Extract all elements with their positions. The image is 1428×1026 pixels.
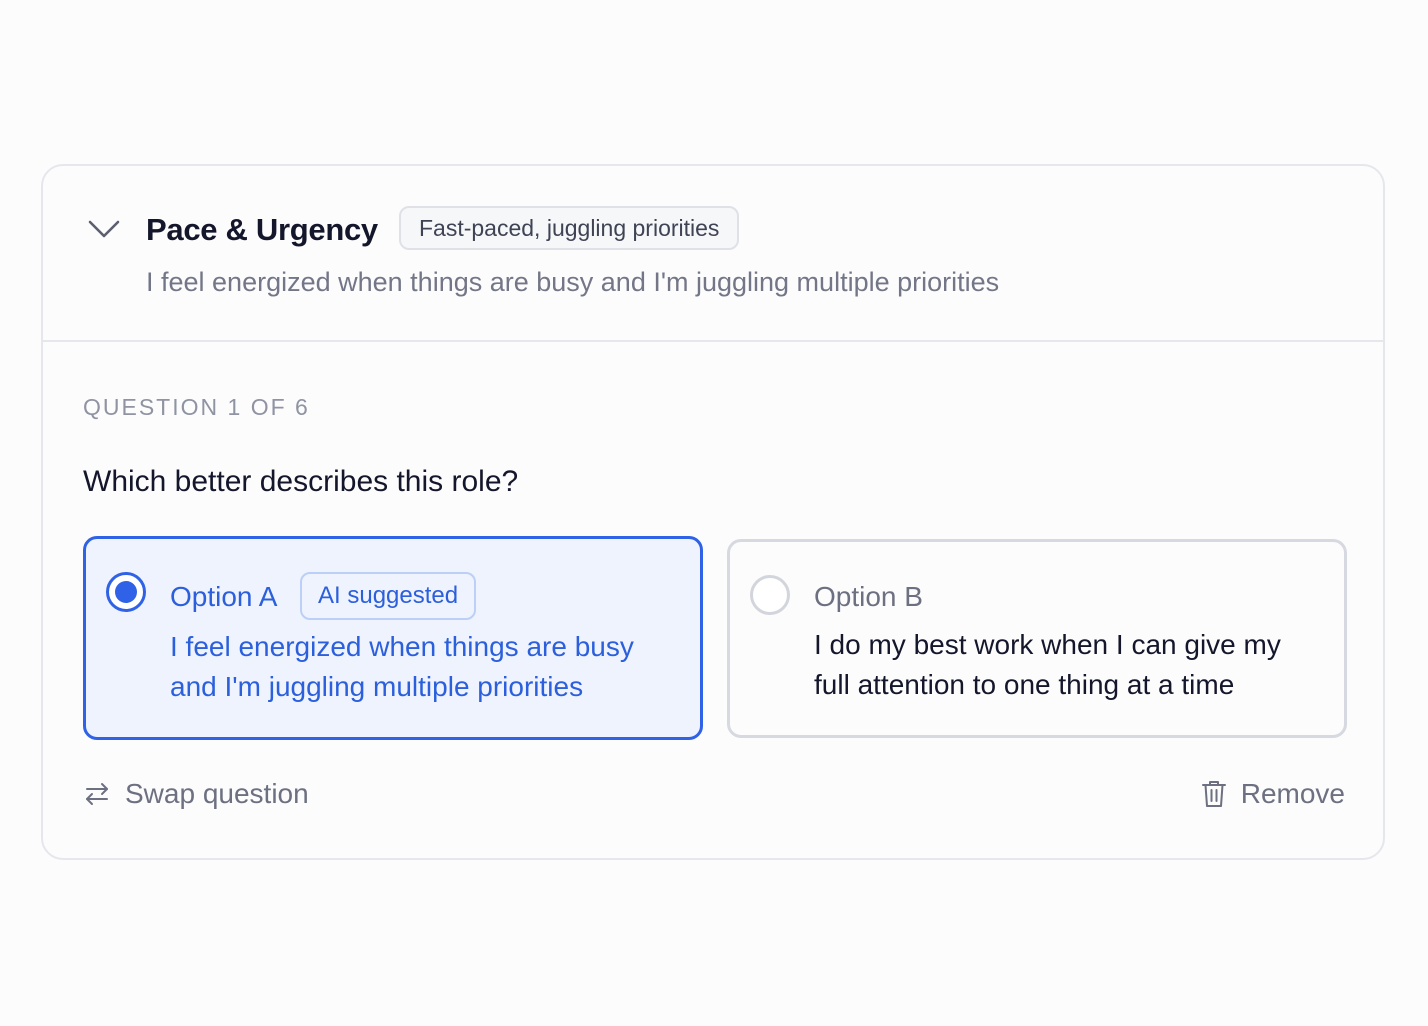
question-card: Pace & Urgency Fast-paced, juggling prio… — [41, 164, 1385, 860]
option-a-text: I feel energized when things are busy an… — [170, 631, 634, 702]
option-a-label: Option A — [170, 581, 278, 612]
option-b-label: Option B — [814, 581, 923, 612]
ai-suggested-badge: AI suggested — [300, 572, 477, 620]
option-a-card[interactable]: Option A AI suggested I feel energized w… — [83, 536, 703, 740]
section-header: Pace & Urgency Fast-paced, juggling prio… — [43, 166, 1383, 342]
option-b-radio[interactable] — [750, 575, 790, 615]
swap-arrows-icon — [86, 783, 108, 805]
chevron-down-icon[interactable] — [87, 218, 121, 240]
question-counter: QUESTION 1 OF 6 — [83, 394, 310, 420]
option-b-text: I do my best work when I can give my ful… — [814, 629, 1281, 700]
trash-icon — [1201, 781, 1226, 807]
section-title: Pace & Urgency — [146, 212, 378, 247]
swap-question-button[interactable]: Swap question — [83, 774, 309, 814]
remove-label: Remove — [1240, 778, 1345, 809]
option-b-card[interactable]: Option B I do my best work when I can gi… — [727, 539, 1347, 738]
option-a-radio[interactable] — [106, 572, 146, 612]
section-tag: Fast-paced, juggling priorities — [399, 206, 740, 250]
section-subtitle: I feel energized when things are busy an… — [146, 267, 1000, 297]
remove-button[interactable]: Remove — [1201, 774, 1345, 814]
swap-question-label: Swap question — [125, 778, 309, 809]
question-prompt: Which better describes this role? — [83, 465, 519, 498]
